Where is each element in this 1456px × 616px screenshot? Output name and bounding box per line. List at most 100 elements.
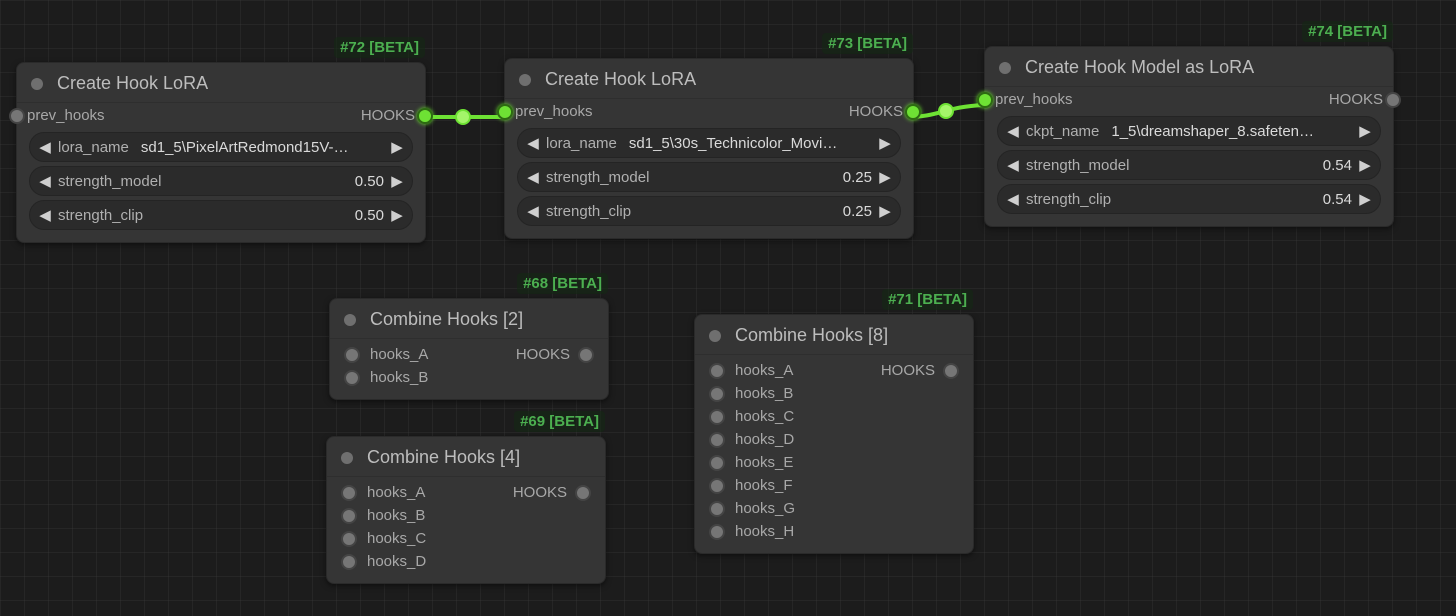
input-hooks-e[interactable]: hooks_E <box>695 451 973 474</box>
input-hooks-b[interactable]: hooks_B <box>695 382 973 405</box>
input-port-prev-hooks[interactable] <box>9 108 25 124</box>
input-hooks-c[interactable]: hooks_C <box>327 527 605 550</box>
node-74-create-hook-model-as-lora[interactable]: #74 [BETA] Create Hook Model as LoRA pre… <box>984 46 1394 227</box>
input-port-prev-hooks[interactable] <box>977 92 993 108</box>
node-68-combine-hooks-2[interactable]: #68 [BETA] Combine Hooks [2] hooks_A HOO… <box>329 298 609 400</box>
input-hooks-g[interactable]: hooks_G <box>695 497 973 520</box>
node-header[interactable]: Combine Hooks [8] <box>695 315 973 355</box>
input-label: hooks_A <box>367 484 425 501</box>
chevron-right-icon[interactable]: ▶ <box>390 206 404 224</box>
chevron-left-icon[interactable]: ◀ <box>526 168 540 186</box>
node-header[interactable]: Combine Hooks [2] <box>330 299 608 339</box>
chevron-right-icon[interactable]: ▶ <box>878 202 892 220</box>
input-hooks-h[interactable]: hooks_H <box>695 520 973 543</box>
output-port-hooks[interactable] <box>905 104 921 120</box>
node-id-badge: #72 [BETA] <box>334 37 425 58</box>
input-hooks-a[interactable]: hooks_A HOOKS <box>330 343 608 366</box>
node-title: Combine Hooks [2] <box>370 309 523 330</box>
widget-value: sd1_5\30s_Technicolor_Movi… <box>623 135 878 152</box>
input-label: prev_hooks <box>995 91 1073 108</box>
input-label: hooks_D <box>367 553 426 570</box>
output-port-hooks[interactable] <box>578 347 594 363</box>
collapse-toggle-icon[interactable] <box>341 452 353 464</box>
input-port[interactable] <box>341 531 357 547</box>
chevron-right-icon[interactable]: ▶ <box>1358 122 1372 140</box>
input-port[interactable] <box>341 485 357 501</box>
strength-model-widget[interactable]: ◀ strength_model 0.25 ▶ <box>517 162 901 192</box>
input-port[interactable] <box>709 524 725 540</box>
output-label: HOOKS <box>1329 91 1383 108</box>
input-port[interactable] <box>709 455 725 471</box>
lora-name-widget[interactable]: ◀ lora_name sd1_5\30s_Technicolor_Movi… … <box>517 128 901 158</box>
input-port-prev-hooks[interactable] <box>497 104 513 120</box>
input-hooks-a[interactable]: hooks_A HOOKS <box>327 481 605 504</box>
widget-value: 0.54 <box>1117 191 1358 208</box>
chevron-right-icon[interactable]: ▶ <box>390 172 404 190</box>
collapse-toggle-icon[interactable] <box>999 62 1011 74</box>
input-hooks-d[interactable]: hooks_D <box>695 428 973 451</box>
input-hooks-f[interactable]: hooks_F <box>695 474 973 497</box>
node-73-create-hook-lora[interactable]: #73 [BETA] Create Hook LoRA prev_hooks H… <box>504 58 914 239</box>
input-label: hooks_C <box>367 530 426 547</box>
chevron-right-icon[interactable]: ▶ <box>878 168 892 186</box>
input-hooks-b[interactable]: hooks_B <box>327 504 605 527</box>
node-header[interactable]: Create Hook Model as LoRA <box>985 47 1393 87</box>
collapse-toggle-icon[interactable] <box>344 314 356 326</box>
chevron-left-icon[interactable]: ◀ <box>38 206 52 224</box>
input-port[interactable] <box>709 478 725 494</box>
strength-model-widget[interactable]: ◀ strength_model 0.50 ▶ <box>29 166 413 196</box>
input-port[interactable] <box>709 363 725 379</box>
input-label: hooks_E <box>735 454 793 471</box>
chevron-left-icon[interactable]: ◀ <box>1006 156 1020 174</box>
chevron-left-icon[interactable]: ◀ <box>38 138 52 156</box>
node-71-combine-hooks-8[interactable]: #71 [BETA] Combine Hooks [8] hooks_A HOO… <box>694 314 974 554</box>
chevron-right-icon[interactable]: ▶ <box>878 134 892 152</box>
collapse-toggle-icon[interactable] <box>709 330 721 342</box>
node-title: Combine Hooks [8] <box>735 325 888 346</box>
node-header[interactable]: Create Hook LoRA <box>17 63 425 103</box>
chevron-right-icon[interactable]: ▶ <box>1358 190 1372 208</box>
input-label: hooks_B <box>370 369 428 386</box>
node-72-create-hook-lora[interactable]: #72 [BETA] Create Hook LoRA prev_hooks H… <box>16 62 426 243</box>
output-port-hooks[interactable] <box>417 108 433 124</box>
input-port[interactable] <box>341 554 357 570</box>
input-hooks-a[interactable]: hooks_A HOOKS <box>695 359 973 382</box>
strength-clip-widget[interactable]: ◀ strength_clip 0.50 ▶ <box>29 200 413 230</box>
node-header[interactable]: Create Hook LoRA <box>505 59 913 99</box>
chevron-left-icon[interactable]: ◀ <box>38 172 52 190</box>
collapse-toggle-icon[interactable] <box>519 74 531 86</box>
input-port[interactable] <box>344 370 360 386</box>
node-header[interactable]: Combine Hooks [4] <box>327 437 605 477</box>
input-label: hooks_B <box>367 507 425 524</box>
input-label: hooks_D <box>735 431 794 448</box>
lora-name-widget[interactable]: ◀ lora_name sd1_5\PixelArtRedmond15V-… ▶ <box>29 132 413 162</box>
chevron-left-icon[interactable]: ◀ <box>1006 122 1020 140</box>
output-port-hooks[interactable] <box>575 485 591 501</box>
input-port[interactable] <box>341 508 357 524</box>
strength-model-widget[interactable]: ◀ strength_model 0.54 ▶ <box>997 150 1381 180</box>
output-port-hooks[interactable] <box>1385 92 1401 108</box>
input-port[interactable] <box>709 432 725 448</box>
input-hooks-d[interactable]: hooks_D <box>327 550 605 573</box>
strength-clip-widget[interactable]: ◀ strength_clip 0.25 ▶ <box>517 196 901 226</box>
input-port[interactable] <box>709 386 725 402</box>
input-port[interactable] <box>344 347 360 363</box>
input-label: hooks_B <box>735 385 793 402</box>
chevron-left-icon[interactable]: ◀ <box>526 202 540 220</box>
chevron-left-icon[interactable]: ◀ <box>1006 190 1020 208</box>
input-hooks-b[interactable]: hooks_B <box>330 366 608 389</box>
input-label: hooks_C <box>735 408 794 425</box>
input-port[interactable] <box>709 409 725 425</box>
chevron-left-icon[interactable]: ◀ <box>526 134 540 152</box>
node-id-badge: #71 [BETA] <box>882 289 973 310</box>
node-69-combine-hooks-4[interactable]: #69 [BETA] Combine Hooks [4] hooks_A HOO… <box>326 436 606 584</box>
ckpt-name-widget[interactable]: ◀ ckpt_name 1_5\dreamshaper_8.safeten… ▶ <box>997 116 1381 146</box>
input-port[interactable] <box>709 501 725 517</box>
collapse-toggle-icon[interactable] <box>31 78 43 90</box>
input-hooks-c[interactable]: hooks_C <box>695 405 973 428</box>
widget-value: 0.50 <box>149 207 390 224</box>
chevron-right-icon[interactable]: ▶ <box>1358 156 1372 174</box>
strength-clip-widget[interactable]: ◀ strength_clip 0.54 ▶ <box>997 184 1381 214</box>
chevron-right-icon[interactable]: ▶ <box>390 138 404 156</box>
output-port-hooks[interactable] <box>943 363 959 379</box>
